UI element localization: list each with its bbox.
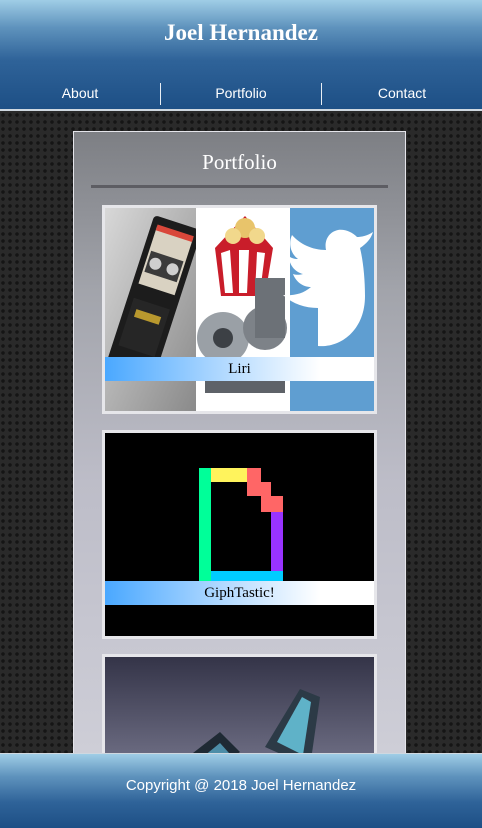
site-footer: Copyright @ 2018 Joel Hernandez [0, 753, 482, 828]
nav-portfolio[interactable]: Portfolio [161, 79, 321, 107]
portfolio-heading: Portfolio [202, 150, 277, 174]
giphy-logo-icon [105, 433, 374, 636]
portfolio-panel: Portfolio Liri GiphTastic! [73, 131, 406, 828]
heading-divider [91, 185, 388, 188]
copyright-text: Copyright @ 2018 Joel Hernandez [125, 777, 357, 794]
project-card-liri[interactable]: Liri [102, 205, 377, 414]
project-label-giphtastic[interactable]: GiphTastic! [105, 581, 374, 605]
project-label-liri[interactable]: Liri [105, 357, 374, 381]
main-nav: About Portfolio Contact [0, 79, 482, 107]
nav-about[interactable]: About [0, 79, 160, 107]
nav-contact[interactable]: Contact [322, 79, 482, 107]
site-title: Joel Hernandez [164, 20, 318, 45]
project-card-giphtastic[interactable]: GiphTastic! [102, 430, 377, 639]
site-header: Joel Hernandez About Portfolio Contact [0, 0, 482, 111]
